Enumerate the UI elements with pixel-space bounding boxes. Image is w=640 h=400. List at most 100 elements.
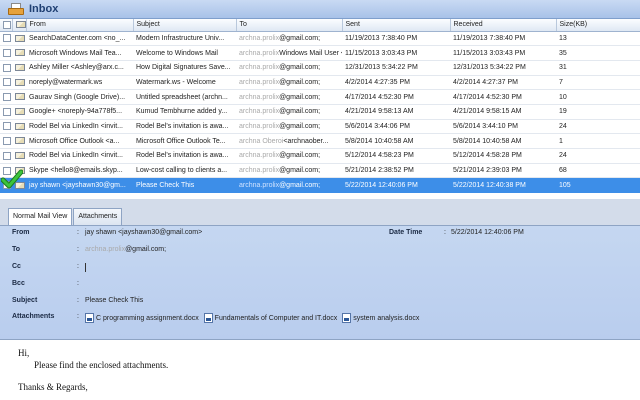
row-checkbox-cell[interactable] bbox=[0, 60, 12, 76]
to-domain: @gmail.com; bbox=[279, 181, 321, 189]
row-checkbox-cell[interactable] bbox=[0, 148, 12, 164]
column-header-subject[interactable]: Subject bbox=[133, 19, 237, 32]
cell-sent: 11/15/2013 3:03:43 PM bbox=[342, 45, 450, 61]
row-checkbox-cell[interactable] bbox=[0, 75, 12, 91]
cell-size: 68 bbox=[556, 163, 640, 179]
row-checkbox-cell[interactable] bbox=[0, 31, 12, 47]
envelope-icon bbox=[15, 122, 25, 130]
blurred-address: archna.prolix bbox=[239, 167, 280, 175]
column-header-size[interactable]: Size(KB) bbox=[556, 19, 640, 32]
table-row[interactable]: Google+ <noreply-94a778f5... Kumud Tembhu… bbox=[0, 104, 640, 120]
word-document-icon bbox=[342, 313, 352, 323]
row-checkbox[interactable] bbox=[3, 63, 11, 72]
cell-subject: How Digital Signatures Save... bbox=[133, 60, 236, 76]
cell-to: archna.prolix@gmail.com; bbox=[236, 119, 342, 135]
cc-value[interactable] bbox=[85, 263, 86, 272]
attachment-item[interactable]: Fundamentals of Computer and IT.docx bbox=[203, 313, 337, 323]
mail-list-header: From Subject To Sent Received Size(KB) bbox=[0, 19, 640, 32]
cell-from: Microsoft Office Outlook <a... bbox=[26, 133, 133, 149]
row-checkbox[interactable] bbox=[3, 34, 11, 43]
cell-subject: Modern Infrastructure Univ... bbox=[133, 31, 236, 47]
to-domain: @gmail.com; bbox=[279, 34, 321, 42]
column-header-to[interactable]: To bbox=[236, 19, 343, 32]
cell-subject: Low-cost calling to clients a... bbox=[133, 163, 236, 179]
row-checkbox[interactable] bbox=[3, 137, 11, 146]
row-checkbox[interactable] bbox=[3, 122, 11, 131]
cell-received: 4/17/2014 4:52:30 PM bbox=[450, 89, 556, 105]
cell-from: Ashley Miller <Ashley@arx.c... bbox=[26, 60, 133, 76]
icon-column-header[interactable] bbox=[12, 19, 27, 32]
bcc-label: Bcc bbox=[12, 280, 25, 287]
blurred-address: archna Oberoi bbox=[239, 137, 284, 145]
to-value: archna.prolix@gmail.com; bbox=[85, 246, 166, 253]
table-row[interactable]: Microsoft Windows Mail Tea... Welcome to … bbox=[0, 45, 640, 61]
to-domain: @gmail.com; bbox=[279, 78, 321, 86]
table-row[interactable]: SearchDataCenter.com <no_... Modern Infra… bbox=[0, 31, 640, 47]
inbox-tray-icon bbox=[8, 3, 24, 15]
row-icon-cell bbox=[12, 148, 26, 164]
to-domain: @gmail.com; bbox=[279, 64, 321, 72]
row-checkbox[interactable] bbox=[3, 151, 11, 160]
folder-header: Inbox bbox=[0, 0, 640, 19]
row-checkbox-cell[interactable] bbox=[0, 89, 12, 105]
table-row[interactable]: Microsoft Office Outlook <a... Microsoft … bbox=[0, 133, 640, 149]
row-checkbox[interactable] bbox=[3, 78, 11, 87]
row-icon-cell bbox=[12, 104, 26, 120]
cc-label: Cc bbox=[12, 263, 21, 270]
cell-received: 11/15/2013 3:03:43 PM bbox=[450, 45, 556, 61]
checkbox-column-header[interactable] bbox=[0, 19, 13, 32]
cell-to: archna.prolix@gmail.com; bbox=[236, 163, 342, 179]
row-checkbox-cell[interactable] bbox=[0, 45, 12, 61]
tab-normal-mail-view[interactable]: Normal Mail View bbox=[8, 208, 73, 226]
row-checkbox[interactable] bbox=[3, 49, 11, 58]
cell-sent: 5/6/2014 3:44:06 PM bbox=[342, 119, 450, 135]
row-checkbox[interactable] bbox=[3, 107, 11, 116]
cell-subject: Rodel Bel's invitation is awa... bbox=[133, 148, 236, 164]
detail-row-subject: Subject : Please Check This bbox=[0, 297, 640, 309]
cell-sent: 5/8/2014 10:40:58 AM bbox=[342, 133, 450, 149]
table-row[interactable]: Rodel Bel via LinkedIn <invit... Rodel Be… bbox=[0, 148, 640, 164]
attachment-item[interactable]: system analysis.docx bbox=[342, 313, 419, 323]
colon: : bbox=[77, 263, 79, 270]
table-row[interactable]: noreply@watermark.ws Watermark.ws - Welco… bbox=[0, 75, 640, 91]
word-document-icon bbox=[85, 313, 94, 323]
cell-received: 5/6/2014 3:44:10 PM bbox=[450, 119, 556, 135]
cell-subject: Watermark.ws - Welcome bbox=[133, 75, 236, 91]
cell-sent: 5/12/2014 4:58:23 PM bbox=[342, 148, 450, 164]
envelope-icon bbox=[15, 64, 25, 72]
cell-to: archna.prolixWindows Mail User <... bbox=[236, 45, 342, 61]
column-header-received[interactable]: Received bbox=[450, 19, 557, 32]
to-domain: @gmail.com; bbox=[279, 167, 321, 175]
colon: : bbox=[77, 229, 79, 236]
blurred-address: archna.prolix bbox=[239, 181, 280, 189]
select-all-checkbox[interactable] bbox=[3, 20, 11, 29]
column-header-from[interactable]: From bbox=[26, 19, 134, 32]
cell-size: 105 bbox=[556, 177, 640, 194]
row-checkbox-cell[interactable] bbox=[0, 104, 12, 120]
cell-from: Rodel Bel via LinkedIn <invit... bbox=[26, 148, 133, 164]
tab-attachments[interactable]: Attachments bbox=[73, 208, 123, 225]
preview-pane: Normal Mail View Attachments From : jay … bbox=[0, 199, 640, 400]
cell-sent: 11/19/2013 7:38:40 PM bbox=[342, 31, 450, 47]
table-row[interactable]: Skype <hello8@emails.skyp... Low-cost cal… bbox=[0, 163, 640, 179]
attachment-item[interactable]: C programming assignment.docx bbox=[85, 313, 199, 323]
table-row[interactable]: Rodel Bel via LinkedIn <invit... Rodel Be… bbox=[0, 119, 640, 135]
table-row[interactable]: Ashley Miller <Ashley@arx.c... How Digita… bbox=[0, 60, 640, 76]
body-greeting: Hi, bbox=[18, 348, 30, 358]
table-row[interactable]: jay shawn <jayshawn30@gm... Please Check … bbox=[0, 177, 640, 194]
table-row[interactable]: Gaurav Singh (Google Drive)... Untitled s… bbox=[0, 89, 640, 105]
row-checkbox-cell[interactable] bbox=[0, 119, 12, 135]
blurred-address: archna.prolix bbox=[239, 78, 280, 86]
detail-row-cc: Cc : bbox=[0, 263, 640, 275]
row-checkbox[interactable] bbox=[3, 93, 11, 102]
cell-to: archna.prolix@gmail.com; bbox=[236, 31, 342, 47]
column-header-sent[interactable]: Sent bbox=[342, 19, 451, 32]
cell-received: 5/8/2014 10:40:58 AM bbox=[450, 133, 556, 149]
blurred-address: archna.prolix bbox=[239, 122, 280, 130]
cell-sent: 4/17/2014 4:52:30 PM bbox=[342, 89, 450, 105]
row-checkbox-cell[interactable] bbox=[0, 133, 12, 149]
to-domain: @gmail.com; bbox=[125, 246, 167, 253]
cell-received: 5/21/2014 2:39:03 PM bbox=[450, 163, 556, 179]
attachments-label: Attachments bbox=[12, 313, 55, 320]
cell-size: 24 bbox=[556, 119, 640, 135]
